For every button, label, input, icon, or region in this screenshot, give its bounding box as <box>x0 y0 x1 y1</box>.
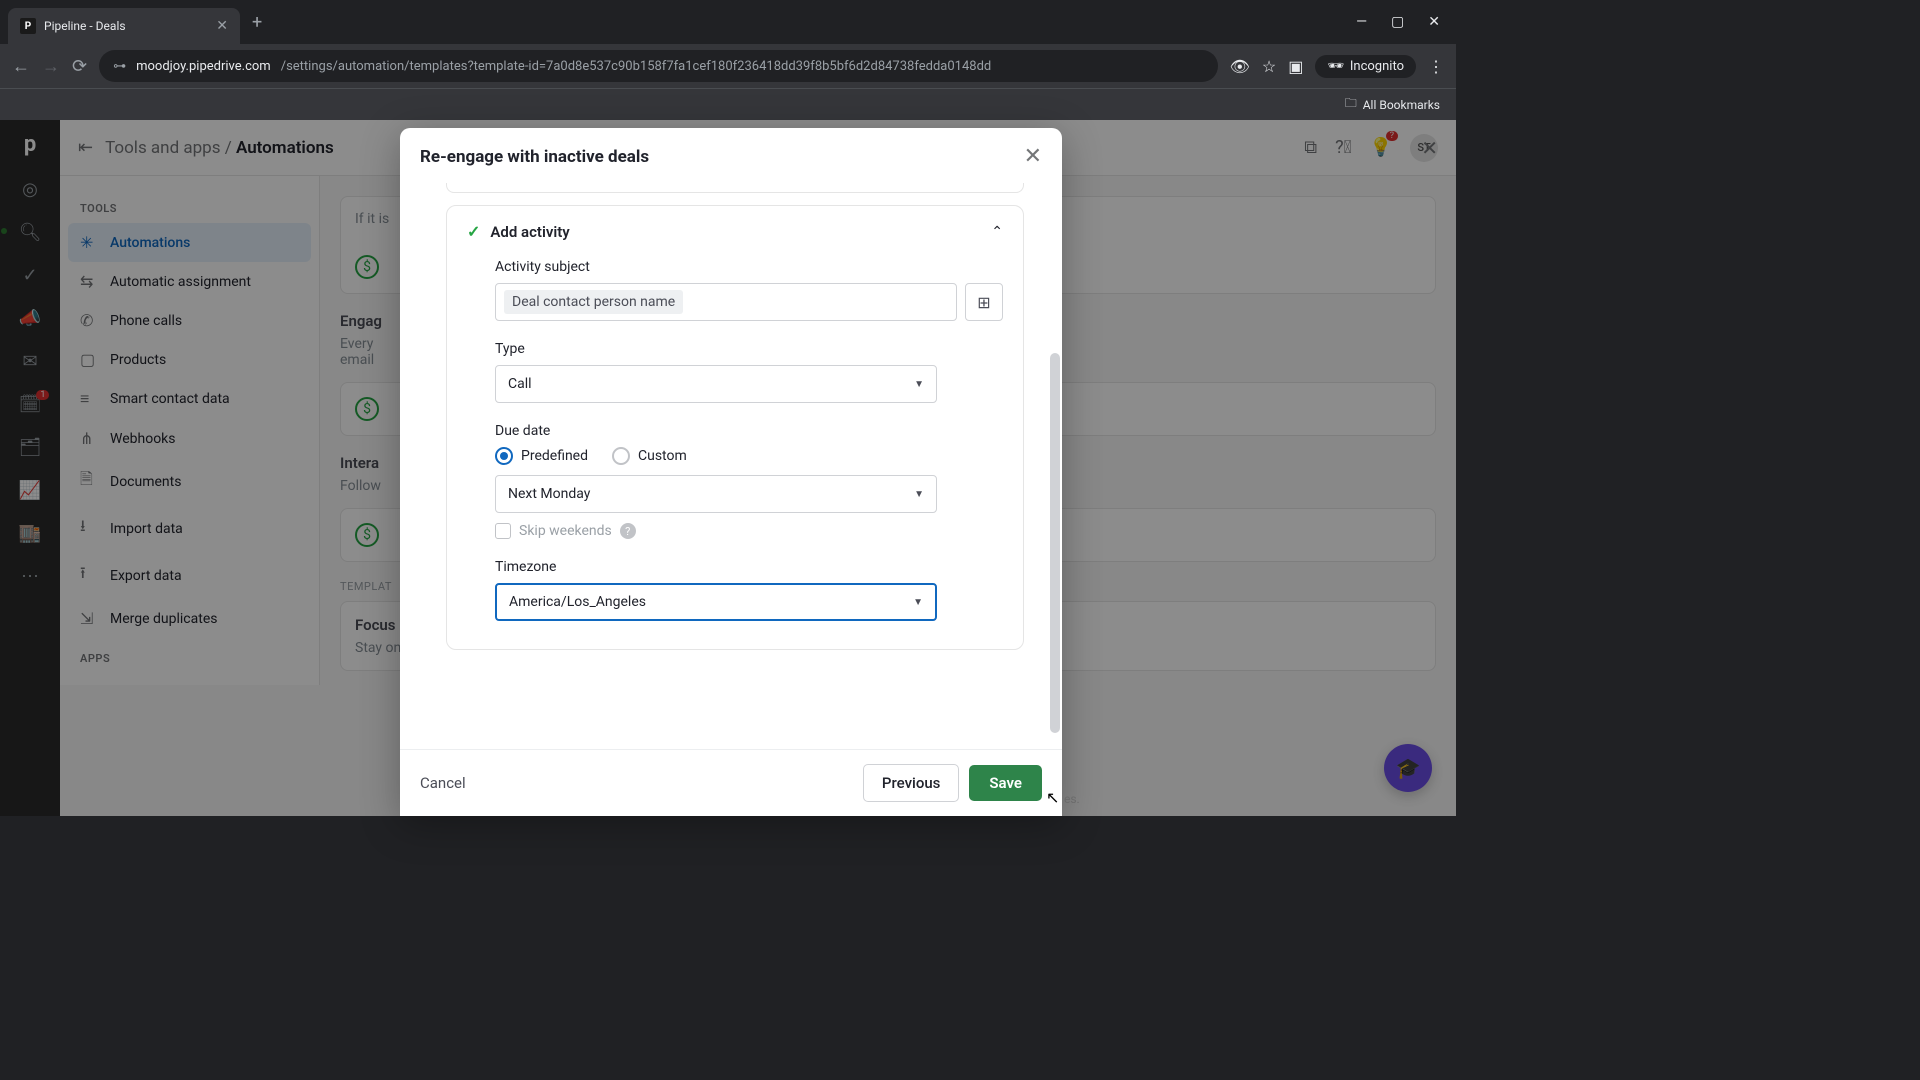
browser-toolbar: ← → ⟳ ⊶ moodjoy.pipedrive.com/settings/a… <box>0 44 1456 88</box>
star-icon[interactable]: ☆ <box>1262 57 1276 76</box>
address-bar[interactable]: ⊶ moodjoy.pipedrive.com/settings/automat… <box>99 50 1217 82</box>
skip-weekends-label: Skip weekends <box>519 523 612 539</box>
check-icon: ✓ <box>467 222 480 241</box>
forward-icon: → <box>42 56 60 77</box>
tab-close-icon[interactable]: ✕ <box>216 18 228 34</box>
add-activity-card: ✓ Add activity ⌃ Activity subject Deal c… <box>446 205 1024 650</box>
type-group: Type Call ▼ <box>495 341 1003 403</box>
modal-title: Re-engage with inactive deals <box>420 147 649 167</box>
folder-icon: 🗀 <box>1345 94 1357 115</box>
due-date-value: Next Monday <box>508 486 590 502</box>
skip-weekends-checkbox[interactable] <box>495 523 511 539</box>
insert-field-icon: ⊞ <box>977 293 990 312</box>
new-tab-button[interactable]: + <box>252 12 262 33</box>
reload-icon[interactable]: ⟳ <box>72 56 87 77</box>
modal-footer: Cancel Previous Save <box>400 749 1062 816</box>
prev-card-bottom <box>446 183 1024 193</box>
radio-custom[interactable]: Custom <box>612 447 687 465</box>
caret-down-icon: ▼ <box>914 489 924 500</box>
maximize-icon[interactable]: ▢ <box>1391 14 1404 30</box>
radio-circle <box>612 447 630 465</box>
type-value: Call <box>508 376 532 392</box>
mouse-cursor: ↖ <box>1046 788 1059 807</box>
panel-icon[interactable]: ▣ <box>1288 57 1303 76</box>
close-window-icon[interactable]: ✕ <box>1428 14 1440 30</box>
previous-button[interactable]: Previous <box>863 764 960 802</box>
radio-predefined[interactable]: Predefined <box>495 447 588 465</box>
browser-tab-strip: P Pipeline - Deals ✕ + — ▢ ✕ <box>0 0 1456 44</box>
save-button[interactable]: Save <box>969 765 1042 801</box>
eye-off-icon[interactable]: 👁 <box>1230 57 1250 76</box>
url-host: moodjoy.pipedrive.com <box>136 59 271 74</box>
incognito-label: Incognito <box>1350 59 1404 74</box>
browser-tab[interactable]: P Pipeline - Deals ✕ <box>8 8 240 44</box>
timezone-label: Timezone <box>495 559 1003 575</box>
all-bookmarks-label: All Bookmarks <box>1363 98 1440 112</box>
activity-subject-input[interactable]: Deal contact person name <box>495 283 957 321</box>
activity-subject-group: Activity subject Deal contact person nam… <box>495 259 1003 321</box>
timezone-value: America/Los_Angeles <box>509 594 646 610</box>
due-date-group: Due date Predefined Custom Next Monday ▼ <box>495 423 1003 539</box>
bookmarks-bar: 🗀 All Bookmarks <box>0 88 1456 120</box>
back-icon[interactable]: ← <box>12 56 30 77</box>
type-label: Type <box>495 341 1003 357</box>
insert-field-button[interactable]: ⊞ <box>965 283 1003 321</box>
caret-down-icon: ▼ <box>913 597 923 608</box>
caret-down-icon: ▼ <box>914 379 924 390</box>
chevron-up-icon[interactable]: ⌃ <box>991 224 1003 240</box>
tab-favicon: P <box>20 18 36 34</box>
radio-custom-label: Custom <box>638 448 687 464</box>
cancel-button[interactable]: Cancel <box>420 774 466 792</box>
automation-modal: Re-engage with inactive deals ✕ ✓ Add ac… <box>400 128 1062 816</box>
type-select[interactable]: Call ▼ <box>495 365 937 403</box>
card-header[interactable]: ✓ Add activity ⌃ <box>467 222 1003 241</box>
incognito-icon: 🕶 <box>1327 59 1344 74</box>
bg-trailing-text: es. <box>1064 792 1080 806</box>
help-tooltip-icon[interactable]: ? <box>620 523 636 539</box>
due-date-select[interactable]: Next Monday ▼ <box>495 475 937 513</box>
timezone-group: Timezone America/Los_Angeles ▼ <box>495 559 1003 621</box>
radio-circle-checked <box>495 447 513 465</box>
window-controls: — ▢ ✕ <box>1356 14 1448 30</box>
subject-field-chip[interactable]: Deal contact person name <box>504 290 683 314</box>
scrollbar-thumb[interactable] <box>1050 353 1060 733</box>
minimize-icon[interactable]: — <box>1356 14 1367 30</box>
modal-body: ✓ Add activity ⌃ Activity subject Deal c… <box>400 183 1062 749</box>
incognito-chip[interactable]: 🕶 Incognito <box>1315 55 1416 78</box>
modal-close-icon[interactable]: ✕ <box>1024 144 1042 169</box>
timezone-select[interactable]: America/Los_Angeles ▼ <box>495 583 937 621</box>
skip-weekends-row[interactable]: Skip weekends ? <box>495 523 1003 539</box>
modal-header: Re-engage with inactive deals ✕ <box>400 128 1062 183</box>
tab-title: Pipeline - Deals <box>44 19 208 33</box>
site-info-icon[interactable]: ⊶ <box>113 59 126 74</box>
all-bookmarks[interactable]: 🗀 All Bookmarks <box>1345 94 1440 115</box>
due-date-label: Due date <box>495 423 1003 439</box>
radio-predefined-label: Predefined <box>521 448 588 464</box>
kebab-menu-icon[interactable]: ⋮ <box>1428 57 1444 76</box>
url-path: /settings/automation/templates?template-… <box>281 59 992 74</box>
activity-subject-label: Activity subject <box>495 259 1003 275</box>
card-title: Add activity <box>490 223 569 241</box>
